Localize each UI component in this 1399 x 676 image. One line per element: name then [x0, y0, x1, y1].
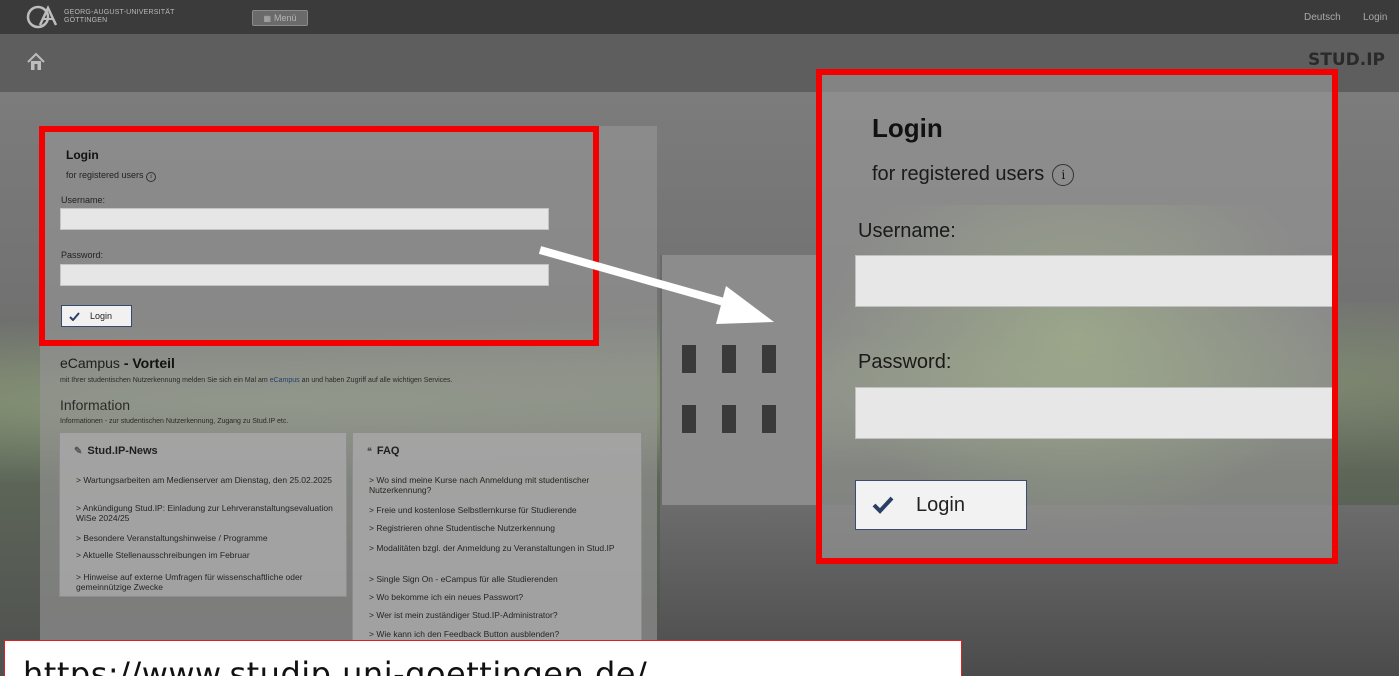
information-heading: Information — [60, 397, 131, 413]
ecampus-title-part1: eCampus — [60, 355, 120, 371]
ecampus-heading: eCampus - Vorteil — [60, 355, 175, 371]
building-window — [722, 345, 736, 373]
faq-item[interactable]: > Wo bekomme ich ein neues Passwort? — [369, 592, 637, 602]
url-callout: https://www.studip.uni-goettingen.de/ — [4, 640, 962, 676]
highlight-frame-small — [39, 126, 599, 346]
ecampus-desc-pre: mit Ihrer studentischen Nutzerkennung me… — [60, 377, 270, 384]
faq-title: ❝ FAQ — [367, 445, 399, 457]
menu-label: Menü — [274, 13, 297, 23]
news-box: ✎ Stud.IP-News > Wartungsarbeiten am Med… — [59, 432, 347, 597]
news-title-text: Stud.IP-News — [87, 445, 158, 457]
building-window — [762, 345, 776, 373]
ecampus-link[interactable]: eCampus — [270, 377, 300, 384]
news-item[interactable]: > Besondere Veranstaltungshinweise / Pro… — [76, 533, 338, 543]
faq-item[interactable]: > Modalitäten bzgl. der Anmeldung zu Ver… — [369, 543, 637, 553]
menu-button[interactable]: ▦ Menü — [252, 10, 308, 26]
faq-box: ❝ FAQ > Wo sind meine Kurse nach Anmeldu… — [352, 432, 642, 646]
university-name-line1: GEORG-AUGUST-UNIVERSITÄT — [64, 9, 175, 16]
news-item[interactable]: > Ankündigung Stud.IP: Einladung zur Leh… — [76, 503, 338, 523]
language-switch-link[interactable]: Deutsch — [1304, 12, 1341, 23]
news-item[interactable]: > Aktuelle Stellenausschreibungen im Feb… — [76, 550, 338, 560]
news-item[interactable]: > Wartungsarbeiten am Medienserver am Di… — [76, 475, 338, 485]
faq-item[interactable]: > Wer ist mein zuständiger Stud.IP-Admin… — [369, 610, 637, 620]
building-window — [762, 405, 776, 433]
news-title: ✎ Stud.IP-News — [74, 445, 158, 457]
home-icon[interactable] — [26, 52, 46, 72]
building-window — [722, 405, 736, 433]
top-login-link[interactable]: Login — [1363, 12, 1387, 23]
top-bar: GEORG-AUGUST-UNIVERSITÄT GÖTTINGEN ▦ Men… — [0, 0, 1399, 34]
faq-item[interactable]: > Registrieren ohne Studentische Nutzerk… — [369, 523, 637, 533]
building-window — [682, 405, 696, 433]
faq-item[interactable]: > Single Sign On - eCampus für alle Stud… — [369, 574, 637, 584]
megaphone-icon: ✎ — [74, 445, 83, 457]
ecampus-description: mit Ihrer studentischen Nutzerkennung me… — [60, 377, 620, 384]
studip-logo[interactable]: STUD.IP — [1308, 50, 1385, 70]
menu-grid-icon: ▦ — [263, 13, 272, 23]
faq-item[interactable]: > Wo sind meine Kurse nach Anmeldung mit… — [369, 475, 637, 495]
highlight-frame-zoom — [816, 69, 1338, 564]
faq-item[interactable]: > Wie kann ich den Feedback Button ausbl… — [369, 629, 637, 639]
zoom-arrow-icon — [538, 246, 774, 324]
university-logo[interactable]: GEORG-AUGUST-UNIVERSITÄT GÖTTINGEN — [26, 5, 175, 29]
news-item[interactable]: > Hinweise auf externe Umfragen für wiss… — [76, 572, 338, 592]
url-text: https://www.studip.uni-goettingen.de/ — [23, 655, 648, 676]
faq-title-text: FAQ — [376, 445, 400, 457]
university-seal-icon — [26, 5, 58, 29]
ecampus-title-part2: - Vorteil — [123, 355, 175, 371]
information-description: Informationen - zur studentischen Nutzer… — [60, 418, 289, 425]
university-name-line2: GÖTTINGEN — [64, 17, 108, 24]
faq-chat-icon: ❝ — [367, 445, 372, 456]
ecampus-desc-post: an und haben Zugriff auf alle wichtigen … — [299, 377, 453, 384]
university-name: GEORG-AUGUST-UNIVERSITÄT GÖTTINGEN — [64, 9, 175, 25]
faq-item[interactable]: > Freie und kostenlose Selbstlernkurse f… — [369, 505, 637, 515]
building-window — [682, 345, 696, 373]
